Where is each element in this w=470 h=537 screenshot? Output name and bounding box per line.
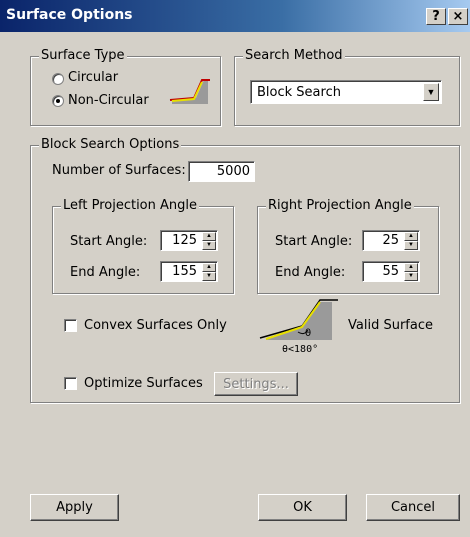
ok-button[interactable]: OK — [258, 494, 347, 521]
radio-circular[interactable] — [52, 73, 64, 85]
radio-non-circular[interactable] — [52, 95, 64, 107]
settings-button[interactable]: Settings... — [214, 372, 298, 396]
chevron-down-icon[interactable]: ▼ — [423, 83, 439, 101]
convex-surfaces-label[interactable]: Convex Surfaces Only — [84, 318, 227, 333]
spin-up-icon[interactable]: ▲ — [404, 263, 418, 272]
convex-surfaces-checkbox[interactable] — [64, 319, 77, 332]
radio-circular-label[interactable]: Circular — [68, 70, 118, 85]
optimize-surfaces-label[interactable]: Optimize Surfaces — [84, 376, 203, 391]
left-projection-legend: Left Projection Angle — [61, 198, 199, 213]
number-of-surfaces-label: Number of Surfaces: — [52, 163, 186, 178]
close-button[interactable]: × — [448, 8, 468, 25]
diagram-theta-label: θ — [305, 328, 312, 339]
cancel-button[interactable]: Cancel — [366, 494, 460, 521]
spin-down-icon[interactable]: ▼ — [202, 241, 216, 250]
spin-down-icon[interactable]: ▼ — [202, 272, 216, 281]
left-start-angle-value: 125 — [172, 233, 197, 248]
left-start-angle-label: Start Angle: — [70, 234, 148, 249]
search-method-dropdown[interactable]: Block Search ▼ — [250, 80, 442, 104]
left-end-angle-value: 155 — [172, 264, 197, 279]
left-start-angle-input[interactable]: 125 ▲ ▼ — [160, 230, 218, 251]
search-method-legend: Search Method — [243, 48, 345, 63]
right-end-angle-label: End Angle: — [275, 265, 346, 280]
valid-surface-label: Valid Surface — [348, 318, 433, 333]
right-start-angle-label: Start Angle: — [275, 234, 353, 249]
optimize-surfaces-checkbox[interactable] — [64, 377, 77, 390]
window-title: Surface Options — [6, 7, 133, 23]
left-end-angle-label: End Angle: — [70, 265, 141, 280]
number-of-surfaces-value: 5000 — [216, 164, 250, 179]
radio-non-circular-label[interactable]: Non-Circular — [68, 93, 149, 108]
diagram-condition-label: θ<180° — [282, 344, 319, 355]
right-start-angle-input[interactable]: 25 ▲ ▼ — [362, 230, 420, 251]
left-end-angle-input[interactable]: 155 ▲ ▼ — [160, 261, 218, 282]
search-method-value: Block Search — [257, 85, 341, 100]
surface-type-legend: Surface Type — [39, 48, 127, 63]
non-circular-surface-icon — [169, 79, 210, 104]
right-projection-legend: Right Projection Angle — [266, 198, 414, 213]
apply-button[interactable]: Apply — [30, 494, 119, 521]
right-end-angle-input[interactable]: 55 ▲ ▼ — [362, 261, 420, 282]
spin-up-icon[interactable]: ▲ — [202, 232, 216, 241]
help-button[interactable]: ? — [426, 8, 446, 25]
number-of-surfaces-input[interactable]: 5000 — [188, 161, 255, 182]
spin-up-icon[interactable]: ▲ — [404, 232, 418, 241]
right-start-angle-value: 25 — [382, 233, 399, 248]
spin-down-icon[interactable]: ▼ — [404, 272, 418, 281]
radio-circular-button[interactable] — [52, 73, 64, 85]
spin-up-icon[interactable]: ▲ — [202, 263, 216, 272]
radio-non-circular-button[interactable] — [52, 95, 64, 107]
block-search-legend: Block Search Options — [39, 137, 182, 152]
right-end-angle-value: 55 — [382, 264, 399, 279]
spin-down-icon[interactable]: ▼ — [404, 241, 418, 250]
